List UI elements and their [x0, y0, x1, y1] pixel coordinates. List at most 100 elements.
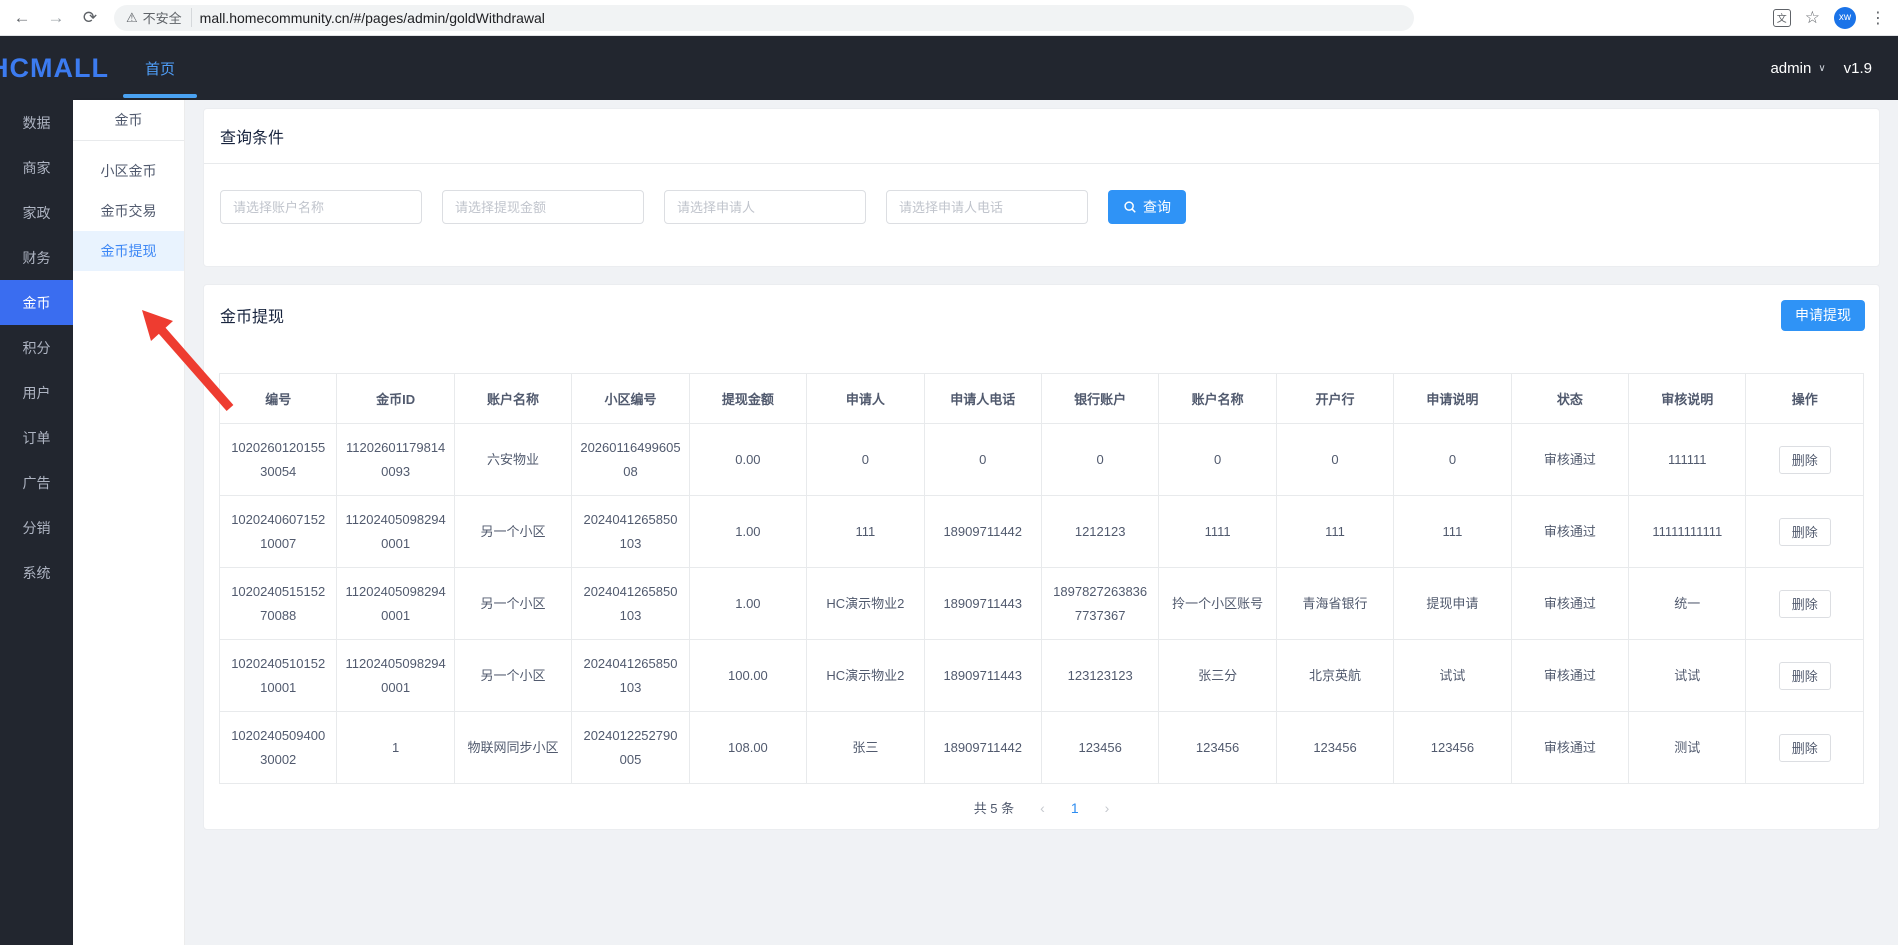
warning-icon: ⚠: [126, 10, 138, 26]
query-input[interactable]: [220, 190, 422, 224]
sidebar-item[interactable]: 财务: [0, 235, 73, 280]
sidebar-item[interactable]: 广告: [0, 460, 73, 505]
column-header: 小区编号: [572, 374, 689, 424]
delete-button[interactable]: 删除: [1779, 590, 1831, 618]
table-cell: 1.00: [689, 496, 806, 568]
security-label: 不安全: [143, 8, 182, 27]
table-cell: 提现申请: [1394, 568, 1511, 640]
table-cell: 112024050982940001: [337, 496, 454, 568]
table-cell: 18909711442: [924, 496, 1041, 568]
column-header: 账户名称: [454, 374, 571, 424]
user-dropdown[interactable]: admin ∨: [1770, 60, 1825, 77]
security-chip[interactable]: ⚠ 不安全: [126, 8, 192, 27]
user-name: admin: [1770, 60, 1811, 77]
table-cell: 111111: [1629, 424, 1746, 496]
column-header: 银行账户: [1041, 374, 1158, 424]
table-cell: HC演示物业2: [807, 568, 924, 640]
sidebar-item[interactable]: 家政: [0, 190, 73, 235]
query-card: 查询条件 查询: [203, 108, 1880, 267]
sidebar-item[interactable]: 数据: [0, 100, 73, 145]
reload-icon[interactable]: ⟳: [80, 8, 100, 28]
query-input[interactable]: [664, 190, 866, 224]
profile-avatar[interactable]: xw: [1834, 7, 1856, 29]
apply-withdrawal-button[interactable]: 申请提现: [1781, 300, 1865, 331]
submenu-panel: 金币 小区金币金币交易金币提现: [73, 100, 185, 945]
delete-button[interactable]: 删除: [1779, 446, 1831, 474]
table-cell: 试试: [1394, 640, 1511, 712]
table-cell: 102024050940030002: [220, 712, 337, 784]
tab-home[interactable]: 首页: [135, 36, 185, 100]
search-button[interactable]: 查询: [1108, 190, 1186, 224]
sidebar-item[interactable]: 分销: [0, 505, 73, 550]
bookmark-star-icon[interactable]: ☆: [1805, 8, 1820, 28]
table-cell: 102024060715210007: [220, 496, 337, 568]
sidebar-item[interactable]: 用户: [0, 370, 73, 415]
table-cell: 审核通过: [1511, 496, 1628, 568]
table-cell: 测试: [1629, 712, 1746, 784]
table-cell: 物联网同步小区: [454, 712, 571, 784]
withdrawal-card: 金币提现 申请提现 编号金币ID账户名称小区编号提现金额申请人申请人电话银行账户…: [203, 284, 1880, 830]
table-cell: 111: [1394, 496, 1511, 568]
table-cell: 2024041265850103: [572, 496, 689, 568]
table-row: 102024051015210001112024050982940001另一个小…: [220, 640, 1864, 712]
sidebar-item[interactable]: 金币: [0, 280, 73, 325]
table-cell: 2024041265850103: [572, 568, 689, 640]
table-cell: 0: [1159, 424, 1276, 496]
next-page-icon[interactable]: ›: [1105, 800, 1110, 816]
sidebar-item[interactable]: 订单: [0, 415, 73, 460]
column-header: 提现金额: [689, 374, 806, 424]
query-input[interactable]: [886, 190, 1088, 224]
table-cell: 112026011798140093: [337, 424, 454, 496]
table-cell: 1111: [1159, 496, 1276, 568]
column-header: 申请人: [807, 374, 924, 424]
column-header: 申请人电话: [924, 374, 1041, 424]
delete-button[interactable]: 删除: [1779, 734, 1831, 762]
sidebar-item[interactable]: 商家: [0, 145, 73, 190]
address-bar[interactable]: ⚠ 不安全 mall.homecommunity.cn/#/pages/admi…: [114, 5, 1414, 31]
page-number[interactable]: 1: [1071, 800, 1079, 816]
url-text[interactable]: mall.homecommunity.cn/#/pages/admin/gold…: [200, 10, 545, 26]
table-cell: 18909711443: [924, 568, 1041, 640]
sidebar-item[interactable]: 系统: [0, 550, 73, 595]
table-cell: 123123123: [1041, 640, 1158, 712]
table-cell: 2024041265850103: [572, 640, 689, 712]
table-cell: 2024012252790005: [572, 712, 689, 784]
prev-page-icon[interactable]: ‹: [1040, 800, 1045, 816]
column-header: 开户行: [1276, 374, 1393, 424]
submenu-item[interactable]: 小区金币: [73, 151, 184, 191]
submenu-item[interactable]: 金币交易: [73, 191, 184, 231]
submenu-items: 小区金币金币交易金币提现: [73, 141, 184, 271]
delete-button[interactable]: 删除: [1779, 518, 1831, 546]
sidebar-menu: 数据商家家政财务金币积分用户订单广告分销系统: [0, 100, 73, 945]
search-icon: [1123, 200, 1137, 214]
submenu-item[interactable]: 金币提现: [73, 231, 184, 271]
query-input[interactable]: [442, 190, 644, 224]
column-header: 编号: [220, 374, 337, 424]
table-row: 1020240509400300021物联网同步小区20240122527900…: [220, 712, 1864, 784]
table-row: 102024060715210007112024050982940001另一个小…: [220, 496, 1864, 568]
table-cell: 1212123: [1041, 496, 1158, 568]
column-header: 账户名称: [1159, 374, 1276, 424]
delete-button[interactable]: 删除: [1779, 662, 1831, 690]
table-cell: 北京英航: [1276, 640, 1393, 712]
actions-cell: 删除: [1746, 640, 1864, 712]
table-row: 102026012015530054112026011798140093六安物业…: [220, 424, 1864, 496]
table-cell: 青海省银行: [1276, 568, 1393, 640]
table-cell: 123456: [1394, 712, 1511, 784]
table-cell: 2026011649960508: [572, 424, 689, 496]
pagination: 共 5 条 ‹ 1 ›: [204, 798, 1879, 817]
browser-menu-icon[interactable]: ⋮: [1870, 8, 1886, 28]
forward-icon[interactable]: →: [46, 8, 66, 28]
table-cell: 拎一个小区账号: [1159, 568, 1276, 640]
table-cell: 18978272638367737367: [1041, 568, 1158, 640]
table-cell: 试试: [1629, 640, 1746, 712]
sidebar-item[interactable]: 积分: [0, 325, 73, 370]
table-cell: 张三: [807, 712, 924, 784]
translate-icon[interactable]: 文: [1773, 9, 1791, 27]
table-cell: 审核通过: [1511, 640, 1628, 712]
column-header: 审核说明: [1629, 374, 1746, 424]
back-icon[interactable]: ←: [12, 8, 32, 28]
actions-cell: 删除: [1746, 712, 1864, 784]
app-logo[interactable]: HCMALL: [0, 53, 109, 84]
table-cell: 0: [1276, 424, 1393, 496]
